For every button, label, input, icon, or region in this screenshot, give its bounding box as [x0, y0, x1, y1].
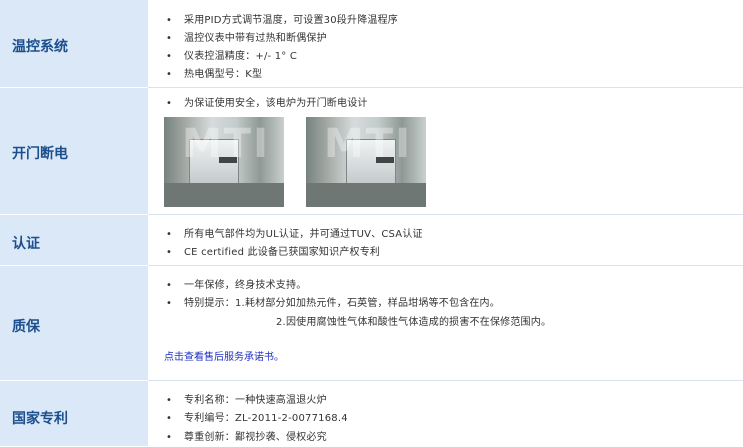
list-item: • 特别提示：1.耗材部分如加热元件，石英管，样品坩埚等不包含在内。	[166, 298, 500, 309]
spec-row-warranty: 质保 • 一年保修，终身技术支持。 • 特别提示：1.耗材部分如加热元件，石英管，样…	[0, 266, 743, 381]
watermark-logo: MTI	[182, 121, 270, 167]
row-label: 温控系统	[12, 39, 68, 55]
bullet-icon: •	[166, 33, 173, 44]
list-item: • 尊重创新：鄙视抄袭、侵权必究	[166, 432, 327, 443]
bullet-icon: •	[166, 280, 173, 291]
bullet-icon: •	[166, 229, 173, 240]
list-item: • 温控仪表中带有过热和断偶保护	[166, 33, 327, 44]
list-item: • 所有电气部件均为UL认证，并可通过TUV、CSA认证	[166, 229, 423, 240]
row-label: 国家专利	[12, 411, 68, 427]
row-label: 开门断电	[12, 146, 68, 162]
after-sales-commitment-link[interactable]: 点击查看售后服务承诺书。	[164, 348, 284, 363]
row-label-cell: 认证	[0, 215, 148, 266]
furnace-door-closed-photo: MTI	[306, 117, 426, 207]
bullet-icon: •	[166, 247, 173, 258]
row-content: • 为保证使用安全，该电炉为开门断电设计 MTI MTI	[148, 88, 743, 215]
row-content: • 所有电气部件均为UL认证，并可通过TUV、CSA认证 • CE certifie…	[148, 215, 743, 266]
bullet-icon: •	[166, 69, 173, 80]
bullet-icon: •	[166, 51, 173, 62]
list-item: • 采用PID方式调节温度，可设置30段升降温程序	[166, 15, 399, 26]
row-label-cell: 国家专利	[0, 381, 148, 447]
list-item-continuation: 2.因使用腐蚀性气体和酸性气体造成的损害不在保修范围内。	[276, 317, 552, 328]
bullet-icon: •	[166, 298, 173, 309]
list-item: • CE certified 此设备已获国家知识产权专利	[166, 247, 381, 258]
row-label: 质保	[12, 319, 40, 335]
row-content: • 采用PID方式调节温度，可设置30段升降温程序 • 温控仪表中带有过热和断偶保护…	[148, 0, 743, 88]
list-item: • 专利编号：ZL-2011-2-0077168.4	[166, 413, 348, 424]
row-label-cell: 质保	[0, 266, 148, 381]
spec-row-door-power-off: 开门断电 • 为保证使用安全，该电炉为开门断电设计 MTI MTI	[0, 88, 743, 215]
spec-row-national-patent: 国家专利 • 专利名称：一种快速高温退火炉 • 专利编号：ZL-2011-2-007…	[0, 381, 743, 447]
spec-row-temperature-control: 温控系统 • 采用PID方式调节温度，可设置30段升降温程序 • 温控仪表中带有过热…	[0, 0, 743, 88]
watermark-logo: MTI	[324, 121, 412, 167]
row-content: • 一年保修，终身技术支持。 • 特别提示：1.耗材部分如加热元件，石英管，样品坩埚…	[148, 266, 743, 381]
bullet-icon: •	[166, 432, 173, 443]
list-item: • 热电偶型号：K型	[166, 69, 263, 80]
bullet-icon: •	[166, 395, 173, 406]
furnace-door-open-photo: MTI	[164, 117, 284, 207]
row-label-cell: 温控系统	[0, 0, 148, 88]
list-item: • 为保证使用安全，该电炉为开门断电设计	[166, 98, 368, 109]
bullet-icon: •	[166, 15, 173, 26]
bullet-icon: •	[166, 413, 173, 424]
bullet-icon: •	[166, 98, 173, 109]
row-content: • 专利名称：一种快速高温退火炉 • 专利编号：ZL-2011-2-0077168.…	[148, 381, 743, 447]
list-item: • 仪表控温精度：+/- 1° C	[166, 51, 298, 62]
list-item: • 专利名称：一种快速高温退火炉	[166, 395, 327, 406]
row-label-cell: 开门断电	[0, 88, 148, 215]
spec-row-certification: 认证 • 所有电气部件均为UL认证，并可通过TUV、CSA认证 • CE certi…	[0, 215, 743, 266]
list-item: • 一年保修，终身技术支持。	[166, 280, 307, 291]
row-label: 认证	[12, 236, 40, 252]
